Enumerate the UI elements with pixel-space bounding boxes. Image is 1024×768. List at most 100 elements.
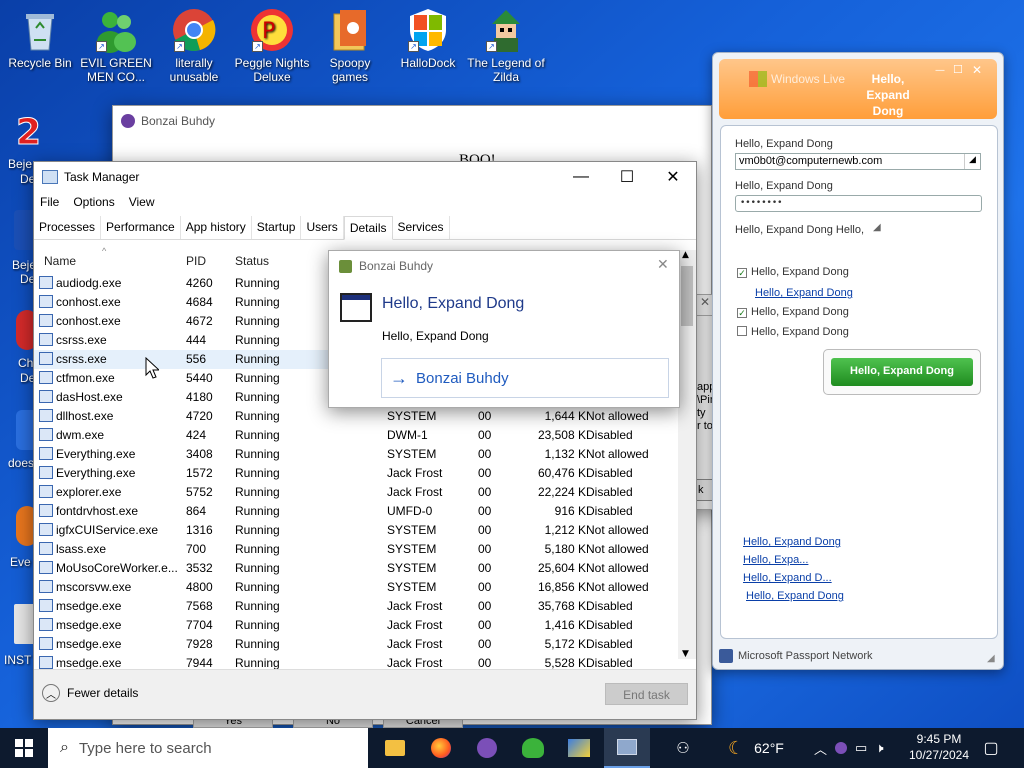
column-status[interactable]: Status: [235, 254, 269, 268]
scroll-thumb[interactable]: [681, 266, 693, 326]
close-icon[interactable]: ✕: [972, 63, 982, 77]
people-icon[interactable]: ⚇: [660, 728, 706, 768]
cell-uac: Disabled: [586, 504, 633, 518]
weather-widget[interactable]: ☾ 62°F: [728, 728, 784, 768]
process-icon: [39, 656, 53, 669]
toast-link-label: Bonzai Buhdy: [416, 369, 509, 387]
taskbar-file-explorer[interactable]: [372, 728, 418, 768]
maximize-icon[interactable]: ☐: [953, 63, 963, 76]
tab-users[interactable]: Users: [301, 216, 344, 239]
cell-status: Running: [235, 314, 280, 328]
peggle-icon: P ↗: [248, 6, 296, 54]
end-task-button[interactable]: End task: [605, 683, 688, 705]
menu-view[interactable]: View: [129, 195, 155, 209]
menu-file[interactable]: File: [40, 195, 59, 209]
tab-performance[interactable]: Performance: [101, 216, 181, 239]
bonzai-tray-icon[interactable]: [835, 742, 848, 754]
table-row[interactable]: msedge.exe 7568 Running Jack Frost 00 35,768 …: [34, 597, 678, 616]
start-button[interactable]: [0, 728, 48, 768]
messenger-link-4[interactable]: Hello, Expand Dong: [746, 590, 844, 602]
desktop-icon-legend-of-zilda[interactable]: ↗ The Legend of Zilda: [466, 6, 546, 84]
table-row[interactable]: igfxCUIService.exe 1316 Running SYSTEM 00 1,2…: [34, 521, 678, 540]
cell-name: conhost.exe: [56, 295, 121, 309]
chevron-up-icon[interactable]: ︿: [814, 739, 827, 758]
firefox-icon: [431, 738, 451, 758]
messenger-window[interactable]: Windows Live Hello, Expand Dong — ☐ ✕ He…: [712, 52, 1004, 670]
remember-me-checkbox[interactable]: ✓ Hello, Expand Dong: [737, 266, 849, 278]
notification-icon[interactable]: ▢: [968, 728, 1014, 768]
table-row[interactable]: msedge.exe 7704 Running Jack Frost 00 1,416 K…: [34, 616, 678, 635]
cell-name: msedge.exe: [56, 637, 122, 651]
sign-in-button[interactable]: Hello, Expand Dong: [831, 358, 973, 386]
bonzai-toast[interactable]: Bonzai Buhdy ✕ Hello, Expand Dong Hello,…: [328, 250, 680, 408]
dropdown-grip-icon[interactable]: ◢: [964, 154, 980, 169]
status-grip-icon[interactable]: ◢: [873, 222, 881, 233]
close-icon[interactable]: ✕: [650, 162, 696, 192]
taskbar-bonzai[interactable]: [464, 728, 510, 768]
messenger-panel: Hello, Expand Dong vm0b0t@computernewb.c…: [720, 125, 998, 639]
tab-app-history[interactable]: App history: [181, 216, 252, 239]
table-row[interactable]: explorer.exe 5752 Running Jack Frost 00 22,22…: [34, 483, 678, 502]
desktop-icon-hallodock[interactable]: ↗ HalloDock: [388, 6, 468, 70]
passport-icon: [719, 649, 733, 663]
bonzai-window-title: Bonzai Buhdy: [141, 114, 216, 128]
column-name[interactable]: Name: [44, 254, 76, 268]
toast-link-button[interactable]: → Bonzai Buhdy: [381, 358, 669, 398]
toast-header: Bonzai Buhdy: [339, 259, 433, 273]
cell-pid: 444: [186, 333, 207, 347]
taskbar-firefox[interactable]: [418, 728, 464, 768]
taskbar-messenger[interactable]: [510, 728, 556, 768]
desktop-icon-spoopy-games[interactable]: Spoopy games: [310, 6, 390, 84]
table-row[interactable]: msedge.exe 7928 Running Jack Frost 00 5,172 K…: [34, 635, 678, 654]
sign-in-auto-checkbox[interactable]: Hello, Expand Dong: [737, 326, 849, 338]
table-row[interactable]: dwm.exe 424 Running DWM-1 00 23,508 K Disabled: [34, 426, 678, 445]
cell-user: Jack Frost: [387, 599, 443, 613]
minimize-icon[interactable]: —: [558, 162, 604, 192]
tab-details[interactable]: Details: [343, 216, 393, 240]
desktop-icon-evil-green-men[interactable]: ↗ EVIL GREEN MEN CO...: [76, 6, 156, 84]
menu-options[interactable]: Options: [73, 195, 114, 209]
table-row[interactable]: fontdrvhost.exe 864 Running UMFD-0 00 916 K Di…: [34, 502, 678, 521]
vertical-scrollbar[interactable]: ▲ ▼: [678, 250, 696, 659]
remember-password-checkbox[interactable]: ✓ Hello, Expand Dong: [737, 306, 849, 318]
minimize-icon[interactable]: —: [935, 65, 945, 76]
taskbar-task-manager[interactable]: [604, 728, 650, 768]
email-field[interactable]: vm0b0t@computernewb.com ◢: [735, 153, 981, 170]
tab-startup[interactable]: Startup: [252, 216, 302, 239]
table-row[interactable]: Everything.exe 3408 Running SYSTEM 00 1,132 K…: [34, 445, 678, 464]
tab-processes[interactable]: Processes: [34, 216, 102, 239]
maximize-icon[interactable]: ☐: [604, 162, 650, 192]
cell-pid: 3532: [186, 561, 213, 575]
table-row[interactable]: lsass.exe 700 Running SYSTEM 00 5,180 K Not al…: [34, 540, 678, 559]
messenger-link-1[interactable]: Hello, Expand Dong: [743, 536, 841, 548]
desktop-icon-literally-unusable[interactable]: ↗ literally unusable: [154, 6, 234, 84]
desktop-icon-peggle[interactable]: P ↗ Peggle Nights Deluxe: [232, 6, 312, 84]
resize-grip-icon[interactable]: ◢: [987, 653, 995, 664]
password-field[interactable]: ••••••••: [735, 195, 982, 212]
column-pid[interactable]: PID: [186, 254, 206, 268]
close-icon[interactable]: ✕: [657, 257, 669, 273]
table-row[interactable]: Everything.exe 1572 Running Jack Frost 00 60,…: [34, 464, 678, 483]
cell-status: Running: [235, 276, 280, 290]
fewer-details-button[interactable]: ︿ Fewer details: [42, 684, 138, 702]
taskbar-search-box[interactable]: ⌕ Type here to search: [48, 728, 368, 768]
scroll-down-icon[interactable]: ▼: [682, 649, 689, 659]
paint-icon: [568, 739, 590, 757]
taskbar-paint[interactable]: [556, 728, 602, 768]
scroll-up-icon[interactable]: ▲: [682, 250, 689, 260]
table-row[interactable]: MoUsoCoreWorker.e... 3532 Running SYSTEM 00 2…: [34, 559, 678, 578]
process-icon: [39, 523, 53, 536]
table-row[interactable]: dllhost.exe 4720 Running SYSTEM 00 1,644 K Not…: [34, 407, 678, 426]
cell-pid: 4672: [186, 314, 213, 328]
clock[interactable]: 9:45 PM 10/27/2024: [906, 731, 972, 763]
messenger-link-2[interactable]: Hello, Expa...: [743, 554, 808, 566]
volume-muted-icon[interactable]: 🕨: [875, 740, 883, 756]
forgot-password-link[interactable]: Hello, Expand Dong: [755, 287, 853, 299]
cell-name: dwm.exe: [56, 428, 105, 442]
network-icon[interactable]: ▭: [855, 740, 867, 756]
messenger-link-3[interactable]: Hello, Expand D...: [743, 572, 832, 584]
table-row[interactable]: mscorsvw.exe 4800 Running SYSTEM 00 16,856 KN…: [34, 578, 678, 597]
weather-temp: 62°F: [754, 740, 784, 756]
task-manager-window[interactable]: Task Manager — ☐ ✕ File Options View Pro…: [33, 161, 697, 720]
tab-services[interactable]: Services: [393, 216, 450, 239]
